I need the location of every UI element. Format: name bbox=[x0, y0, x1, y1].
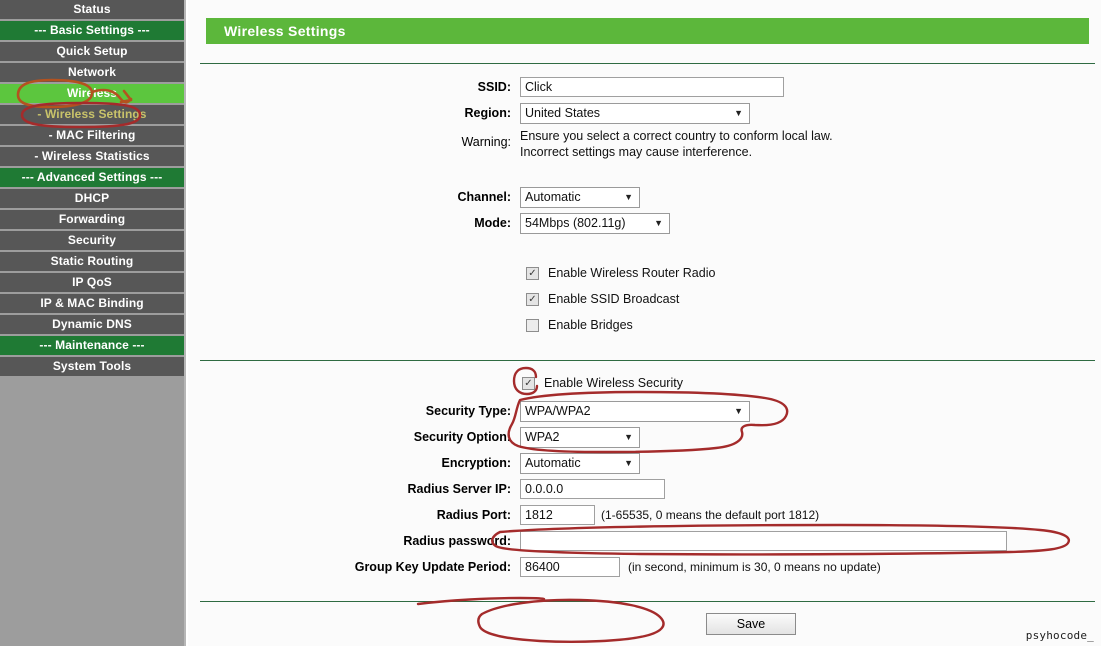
sidebar-item-status[interactable]: Status bbox=[0, 0, 184, 21]
sidebar-navigation: Status --- Basic Settings --- Quick Setup N… bbox=[0, 0, 186, 646]
sidebar-item-static-routing[interactable]: Static Routing bbox=[0, 252, 184, 273]
checkbox-label: Enable SSID Broadcast bbox=[548, 292, 680, 306]
security-type-label: Security Type: bbox=[425, 404, 511, 418]
security-type-select-value: WPA/WPA2 bbox=[525, 404, 591, 418]
sidebar-item-ip-mac-binding[interactable]: IP & MAC Binding bbox=[0, 294, 184, 315]
divider-top bbox=[200, 63, 1095, 64]
sidebar-item-maintenance: --- Maintenance --- bbox=[0, 336, 184, 357]
sidebar-item-forwarding[interactable]: Forwarding bbox=[0, 210, 184, 231]
watermark-text: psyhocode_ bbox=[1025, 629, 1094, 642]
sidebar-item-mac-filtering[interactable]: - MAC Filtering bbox=[0, 126, 184, 147]
row-radius-password: Radius password: bbox=[188, 530, 1101, 552]
sidebar-item-advanced-settings: --- Advanced Settings --- bbox=[0, 168, 184, 189]
row-region: Region: United States ▼ bbox=[188, 102, 1101, 124]
mode-label: Mode: bbox=[474, 216, 511, 230]
group-key-update-input[interactable]: 86400 bbox=[520, 557, 620, 577]
radius-password-input[interactable] bbox=[520, 531, 1007, 551]
sidebar-menu: Status --- Basic Settings --- Quick Setup N… bbox=[0, 0, 184, 378]
channel-select-value: Automatic bbox=[525, 190, 581, 204]
row-mode: Mode: 54Mbps (802.11g) ▼ bbox=[188, 212, 1101, 234]
row-ssid: SSID: Click bbox=[188, 76, 1101, 98]
security-type-select[interactable]: WPA/WPA2 ▼ bbox=[520, 401, 750, 422]
checkbox-label: Enable Wireless Router Radio bbox=[548, 266, 716, 280]
chevron-down-icon: ▼ bbox=[654, 218, 663, 228]
checkbox-icon[interactable]: ✓ bbox=[526, 319, 539, 332]
sidebar-item-wireless-settings[interactable]: - Wireless Settings bbox=[0, 105, 184, 126]
ssid-label: SSID: bbox=[477, 80, 511, 94]
radius-password-label: Radius password: bbox=[403, 534, 511, 548]
chevron-down-icon: ▼ bbox=[624, 432, 633, 442]
mode-select-value: 54Mbps (802.11g) bbox=[525, 216, 626, 230]
checkbox-label: Enable Bridges bbox=[548, 318, 633, 332]
checkbox-icon[interactable]: ✓ bbox=[526, 293, 539, 306]
sidebar-item-wireless-statistics[interactable]: - Wireless Statistics bbox=[0, 147, 184, 168]
chevron-down-icon: ▼ bbox=[734, 108, 743, 118]
security-option-select-value: WPA2 bbox=[525, 430, 560, 444]
warning-line-2: Incorrect settings may cause interferenc… bbox=[520, 145, 753, 159]
chevron-down-icon: ▼ bbox=[734, 406, 743, 416]
radius-server-ip-label: Radius Server IP: bbox=[407, 482, 511, 496]
sidebar-item-network[interactable]: Network bbox=[0, 63, 184, 84]
security-option-select[interactable]: WPA2 ▼ bbox=[520, 427, 640, 448]
sidebar-item-basic-settings: --- Basic Settings --- bbox=[0, 21, 184, 42]
checkbox-icon[interactable]: ✓ bbox=[522, 377, 535, 390]
sidebar-item-dynamic-dns[interactable]: Dynamic DNS bbox=[0, 315, 184, 336]
chevron-down-icon: ▼ bbox=[624, 192, 633, 202]
warning-label: Warning: bbox=[461, 135, 511, 149]
radius-port-label: Radius Port: bbox=[436, 508, 511, 522]
radius-port-input[interactable]: 1812 bbox=[520, 505, 595, 525]
region-select[interactable]: United States ▼ bbox=[520, 103, 750, 124]
sidebar-item-wireless[interactable]: Wireless bbox=[0, 84, 184, 105]
warning-text: Ensure you select a correct country to c… bbox=[520, 128, 833, 160]
row-security-option: Security Option: WPA2 ▼ bbox=[188, 426, 1101, 448]
row-channel: Channel: Automatic ▼ bbox=[188, 186, 1101, 208]
row-radius-server-ip: Radius Server IP: 0.0.0.0 bbox=[188, 478, 1101, 500]
region-label: Region: bbox=[464, 106, 511, 120]
sidebar-item-ip-qos[interactable]: IP QoS bbox=[0, 273, 184, 294]
encryption-select-value: Automatic bbox=[525, 456, 581, 470]
mode-select[interactable]: 54Mbps (802.11g) ▼ bbox=[520, 213, 670, 234]
main-content-panel: Wireless Settings SSID: Click Region: Un… bbox=[188, 0, 1101, 646]
security-option-label: Security Option: bbox=[413, 430, 511, 444]
page-title: Wireless Settings bbox=[224, 23, 346, 39]
row-warning: Warning: Ensure you select a correct cou… bbox=[188, 128, 1101, 165]
channel-label: Channel: bbox=[457, 190, 511, 204]
encryption-select[interactable]: Automatic ▼ bbox=[520, 453, 640, 474]
channel-select[interactable]: Automatic ▼ bbox=[520, 187, 640, 208]
divider-bottom bbox=[200, 601, 1095, 602]
group-key-update-hint: (in second, minimum is 30, 0 means no up… bbox=[628, 560, 881, 574]
encryption-label: Encryption: bbox=[441, 456, 511, 470]
checkbox-icon[interactable]: ✓ bbox=[526, 267, 539, 280]
save-button[interactable]: Save bbox=[706, 613, 796, 635]
sidebar-item-quick-setup[interactable]: Quick Setup bbox=[0, 42, 184, 63]
page-title-banner: Wireless Settings bbox=[206, 18, 1089, 44]
chevron-down-icon: ▼ bbox=[624, 458, 633, 468]
row-security-type: Security Type: WPA/WPA2 ▼ bbox=[188, 400, 1101, 422]
sidebar-item-security[interactable]: Security bbox=[0, 231, 184, 252]
sidebar-item-dhcp[interactable]: DHCP bbox=[0, 189, 184, 210]
sidebar-item-system-tools[interactable]: System Tools bbox=[0, 357, 184, 378]
row-group-key-update-period: Group Key Update Period: 86400 (in secon… bbox=[188, 556, 1101, 578]
divider-middle bbox=[200, 360, 1095, 361]
row-encryption: Encryption: Automatic ▼ bbox=[188, 452, 1101, 474]
ssid-input[interactable]: Click bbox=[520, 77, 784, 97]
region-select-value: United States bbox=[525, 106, 601, 120]
row-radius-port: Radius Port: 1812 (1-65535, 0 means the … bbox=[188, 504, 1101, 526]
radius-server-ip-input[interactable]: 0.0.0.0 bbox=[520, 479, 665, 499]
checkbox-label: Enable Wireless Security bbox=[544, 376, 683, 390]
group-key-update-label: Group Key Update Period: bbox=[354, 560, 511, 574]
warning-line-1: Ensure you select a correct country to c… bbox=[520, 129, 833, 143]
radius-port-hint: (1-65535, 0 means the default port 1812) bbox=[601, 508, 820, 522]
